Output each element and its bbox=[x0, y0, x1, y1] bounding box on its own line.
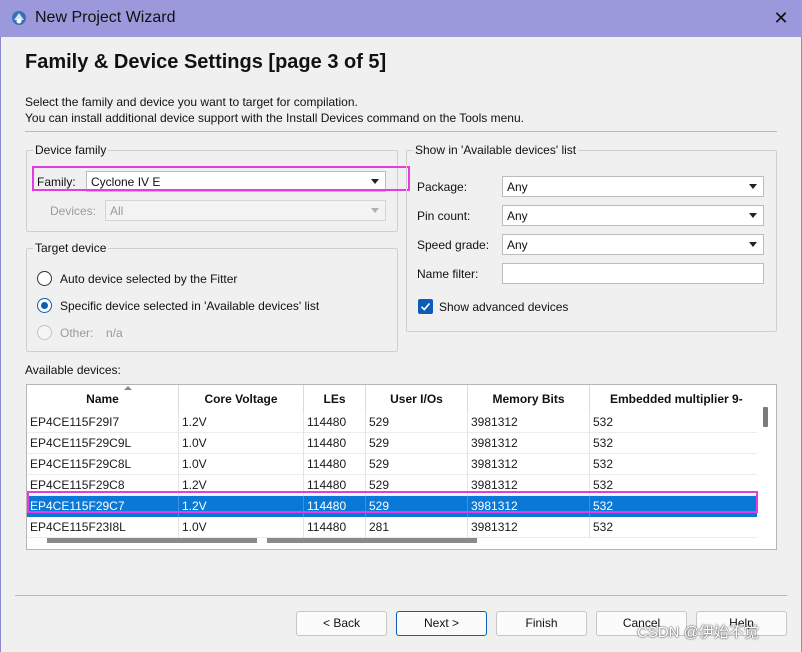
speed-grade-label: Speed grade: bbox=[417, 238, 490, 252]
chevron-down-icon bbox=[371, 208, 379, 213]
column-header-user-ios[interactable]: User I/Os bbox=[366, 385, 468, 413]
cell-user-ios: 529 bbox=[366, 433, 468, 454]
pin-count-dropdown-value: Any bbox=[507, 209, 528, 223]
watermark-text: CSDN @伊始不觉 bbox=[637, 624, 759, 641]
column-header-embedded-multiplier[interactable]: Embedded multiplier 9- bbox=[590, 385, 776, 413]
cell-embedded-multiplier: 532 bbox=[593, 520, 614, 534]
window-title: New Project Wizard bbox=[35, 9, 176, 26]
column-header-memory-bits[interactable]: Memory Bits bbox=[468, 385, 590, 413]
chevron-down-icon bbox=[749, 242, 757, 247]
device-family-group-label: Device family bbox=[33, 143, 109, 157]
cell-les: 114480 bbox=[304, 454, 366, 475]
cell-memory-bits: 3981312 bbox=[468, 517, 590, 538]
horizontal-scrollbar-thumb-right[interactable] bbox=[267, 538, 477, 543]
devices-label: Devices: bbox=[50, 204, 97, 218]
show-in-list-group-label: Show in 'Available devices' list bbox=[413, 143, 579, 157]
table-row[interactable]: EP4CE115F29I7 1.2V 114480 529 3981312 53… bbox=[27, 412, 757, 433]
cell-embedded-multiplier: 532 bbox=[593, 436, 614, 450]
radio-specific-device-label[interactable]: Specific device selected in 'Available d… bbox=[60, 299, 319, 313]
cell-name: EP4CE115F23I8L bbox=[27, 517, 179, 538]
back-button[interactable]: < Back bbox=[296, 611, 387, 636]
cell-core-voltage: 1.0V bbox=[179, 454, 304, 475]
table-row[interactable]: EP4CE115F29C8L 1.0V 114480 529 3981312 5… bbox=[27, 454, 757, 475]
cell-name: EP4CE115F29I7 bbox=[27, 412, 179, 433]
available-devices-label: Available devices: bbox=[25, 363, 121, 377]
cell-les: 114480 bbox=[304, 433, 366, 454]
name-filter-label: Name filter: bbox=[417, 267, 479, 281]
target-device-group-label: Target device bbox=[33, 241, 109, 255]
header-divider bbox=[25, 131, 777, 132]
name-filter-input[interactable] bbox=[502, 263, 764, 284]
cell-core-voltage: 1.0V bbox=[179, 517, 304, 538]
show-advanced-checkbox[interactable] bbox=[418, 299, 433, 314]
cell-core-voltage: 1.0V bbox=[179, 433, 304, 454]
pin-count-dropdown[interactable]: Any bbox=[502, 205, 764, 226]
cell-user-ios: 281 bbox=[366, 517, 468, 538]
horizontal-scrollbar-thumb-left[interactable] bbox=[47, 538, 257, 543]
selected-row-highlight-box bbox=[27, 491, 758, 513]
table-row[interactable]: EP4CE115F23I8L 1.0V 114480 281 3981312 5… bbox=[27, 517, 757, 538]
cell-user-ios: 529 bbox=[366, 454, 468, 475]
sort-indicator-icon bbox=[124, 386, 132, 390]
speed-grade-dropdown-value: Any bbox=[507, 238, 528, 252]
devices-dropdown-value: All bbox=[110, 204, 124, 218]
package-label: Package: bbox=[417, 180, 468, 194]
devices-dropdown[interactable]: All bbox=[105, 200, 386, 221]
table-row[interactable]: EP4CE115F29C9L 1.0V 114480 529 3981312 5… bbox=[27, 433, 757, 454]
cell-embedded-multiplier: 532 bbox=[593, 415, 614, 429]
cell-memory-bits: 3981312 bbox=[468, 454, 590, 475]
column-header-les[interactable]: LEs bbox=[304, 385, 366, 413]
radio-auto-device[interactable] bbox=[37, 271, 52, 286]
family-highlight-box bbox=[32, 166, 410, 191]
checkmark-icon bbox=[420, 302, 431, 311]
page-title: Family & Device Settings [page 3 of 5] bbox=[25, 51, 387, 73]
radio-auto-device-label[interactable]: Auto device selected by the Fitter bbox=[60, 272, 237, 286]
package-dropdown[interactable]: Any bbox=[502, 176, 764, 197]
chevron-down-icon bbox=[749, 184, 757, 189]
footer-divider bbox=[15, 595, 787, 596]
close-icon[interactable]: ✕ bbox=[770, 7, 792, 29]
cell-name: EP4CE115F29C9L bbox=[27, 433, 179, 454]
chevron-down-icon bbox=[749, 213, 757, 218]
finish-button[interactable]: Finish bbox=[496, 611, 587, 636]
show-advanced-label[interactable]: Show advanced devices bbox=[439, 300, 568, 314]
radio-other-device[interactable] bbox=[37, 325, 52, 340]
other-device-value: n/a bbox=[106, 326, 123, 340]
column-header-name[interactable]: Name bbox=[27, 385, 179, 413]
speed-grade-dropdown[interactable]: Any bbox=[502, 234, 764, 255]
page-description-line-2: You can install additional device suppor… bbox=[25, 111, 524, 125]
column-header-core-voltage[interactable]: Core Voltage bbox=[179, 385, 304, 413]
wizard-app-icon bbox=[10, 9, 28, 27]
cell-core-voltage: 1.2V bbox=[179, 412, 304, 433]
radio-other-device-label: Other: bbox=[60, 326, 94, 340]
vertical-scrollbar-thumb[interactable] bbox=[763, 407, 768, 427]
cell-les: 114480 bbox=[304, 517, 366, 538]
page-description-line-1: Select the family and device you want to… bbox=[25, 95, 358, 109]
cell-les: 114480 bbox=[304, 412, 366, 433]
cell-embedded-multiplier: 532 bbox=[593, 457, 614, 471]
title-bar: New Project Wizard ✕ bbox=[0, 0, 802, 37]
available-devices-table[interactable]: Name Core Voltage LEs User I/Os Memory B… bbox=[26, 384, 777, 550]
cell-name: EP4CE115F29C8L bbox=[27, 454, 179, 475]
cell-memory-bits: 3981312 bbox=[468, 433, 590, 454]
cell-user-ios: 529 bbox=[366, 412, 468, 433]
radio-specific-device[interactable] bbox=[37, 298, 52, 313]
next-button[interactable]: Next > bbox=[396, 611, 487, 636]
cell-memory-bits: 3981312 bbox=[468, 412, 590, 433]
package-dropdown-value: Any bbox=[507, 180, 528, 194]
pin-count-label: Pin count: bbox=[417, 209, 471, 223]
